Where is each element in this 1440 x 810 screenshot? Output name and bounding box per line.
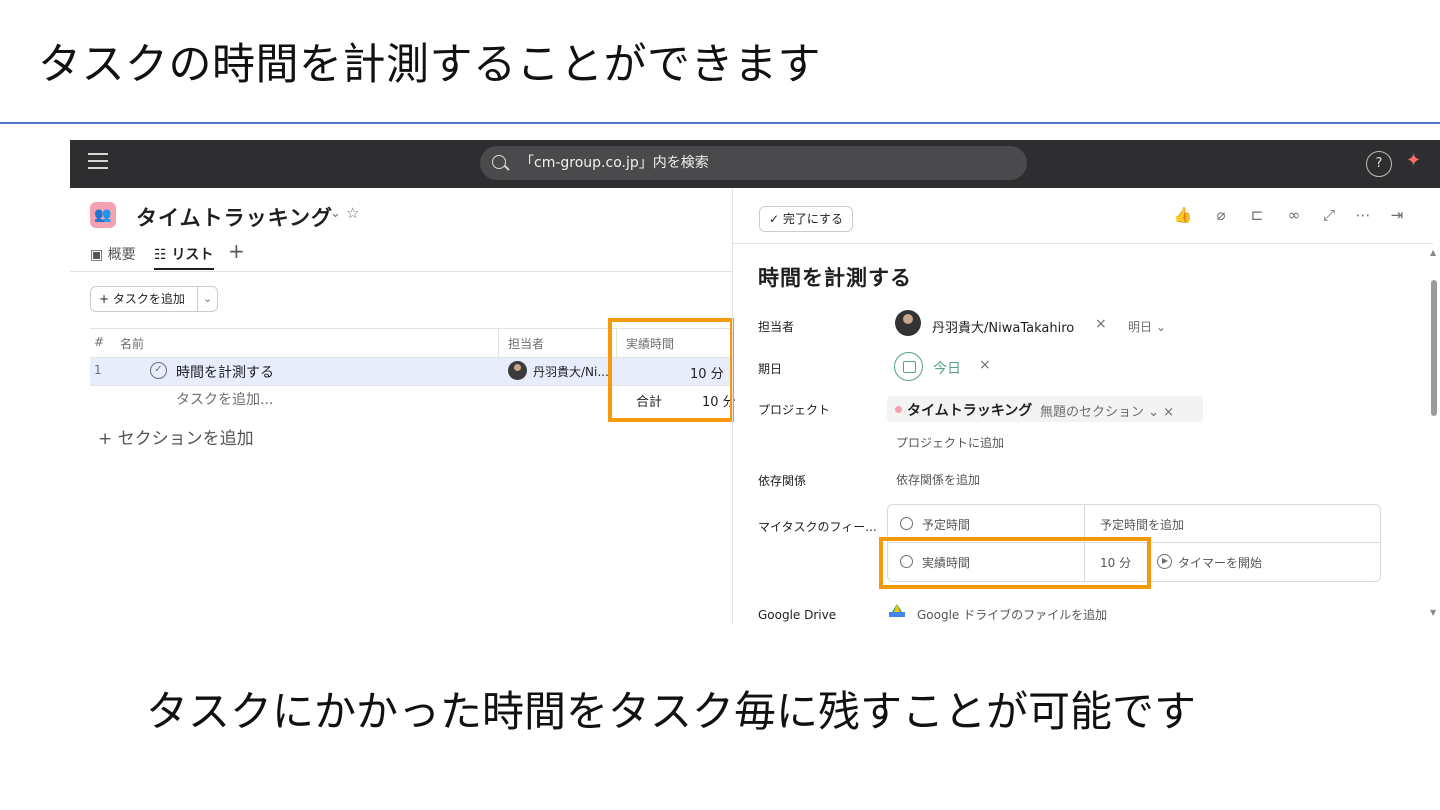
divider [733, 243, 1433, 244]
column-header-num: # [94, 335, 105, 349]
assignee-value[interactable]: 丹羽貴大/NiwaTakahiro [932, 317, 1074, 336]
assignee-due-dropdown[interactable]: 明日 ⌄ [1128, 318, 1166, 335]
overview-icon: ▣ [90, 247, 108, 263]
mytask-fields-label: マイタスクのフィー... [758, 520, 877, 534]
attachment-icon[interactable]: ⌀ [1211, 206, 1231, 224]
add-to-project-link[interactable]: プロジェクトに追加 [896, 434, 1004, 451]
task-name[interactable]: 時間を計測する [176, 362, 274, 382]
task-title[interactable]: 時間を計測する [758, 262, 912, 292]
add-drive-file-link[interactable]: Google ドライブのファイルを追加 [917, 606, 1107, 623]
section-dropdown[interactable]: 無題のセクション ⌄ × [1040, 401, 1174, 420]
divider [70, 271, 732, 272]
search-placeholder: 「cm-group.co.jp」内を検索 [520, 155, 709, 171]
link-icon[interactable]: ∞ [1284, 206, 1304, 224]
add-tab-button[interactable]: + [228, 239, 245, 263]
play-icon[interactable] [1157, 554, 1172, 569]
highlight-box [608, 318, 734, 422]
column-header-name[interactable]: 名前 [120, 335, 144, 352]
project-menu-chevron-icon[interactable]: ⌄ [330, 206, 341, 221]
avatar [508, 361, 527, 380]
list-icon: ☷ [154, 247, 172, 263]
calendar-icon[interactable] [894, 352, 923, 381]
estimated-time-input[interactable]: 予定時間を追加 [1100, 516, 1184, 533]
tab-overview[interactable]: ▣ 概要 [90, 244, 136, 264]
scroll-down-icon[interactable]: ▼ [1430, 608, 1436, 617]
add-section-button[interactable]: + セクションを追加 [98, 424, 254, 449]
complete-button[interactable]: ✓ 完了にする [759, 206, 853, 232]
project-title: タイムトラッキング [136, 206, 333, 230]
chevron-down-icon[interactable]: ⌄ [203, 287, 212, 311]
sparkle-icon[interactable]: ✦ [1406, 150, 1421, 171]
assignee-label: 担当者 [758, 320, 795, 334]
tab-overview-label: 概要 [107, 247, 136, 263]
subtask-icon[interactable]: ⊏ [1247, 206, 1267, 224]
estimated-time-label: 予定時間 [922, 518, 971, 532]
more-icon[interactable]: ⋯ [1353, 206, 1373, 224]
top-bar: 「cm-group.co.jp」内を検索 ? ✦ [70, 140, 1440, 188]
asana-app: 「cm-group.co.jp」内を検索 ? ✦ 👥 タイムトラッキング ⌄ ☆… [70, 140, 1440, 623]
button-separator [197, 287, 198, 311]
slide-title: タスクの時間を計測することができます [38, 40, 821, 90]
add-task-button[interactable]: + タスクを追加 ⌄ [90, 286, 218, 312]
search-input[interactable]: 「cm-group.co.jp」内を検索 [480, 146, 1027, 180]
add-task-label: + タスクを追加 [99, 292, 185, 306]
dependency-label: 依存関係 [758, 474, 807, 488]
favorite-star-icon[interactable]: ☆ [346, 204, 359, 222]
project-label: プロジェクト [758, 403, 831, 417]
scroll-up-icon[interactable]: ▲ [1430, 248, 1436, 257]
complete-check-icon[interactable]: ✓ [150, 362, 167, 379]
highlight-box [879, 537, 1151, 589]
google-drive-icon [889, 604, 905, 617]
start-timer-button[interactable]: タイマーを開始 [1178, 554, 1262, 571]
task-detail-pane: ✓ 完了にする 👍 ⌀ ⊏ ∞ ⤢ ⋯ ⇥ 時間を計測する 担当者 丹羽貴大/N… [732, 188, 1440, 623]
hamburger-menu-icon[interactable] [88, 153, 108, 173]
search-icon [492, 155, 506, 169]
assignee-name[interactable]: 丹羽貴大/Ni... [533, 363, 609, 380]
tab-list[interactable]: ☷ リスト [154, 244, 213, 264]
like-icon[interactable]: 👍 [1173, 206, 1193, 224]
slide-divider [0, 122, 1440, 124]
project-chip[interactable]: タイムトラッキング 無題のセクション ⌄ × [887, 396, 1203, 422]
due-date-label: 期日 [758, 362, 783, 376]
clock-icon [900, 517, 913, 530]
google-drive-label: Google Drive [758, 608, 837, 622]
active-tab-indicator [154, 268, 214, 270]
project-icon: 👥 [90, 202, 116, 228]
row-number: 1 [94, 363, 102, 377]
add-task-inline[interactable]: タスクを追加... [176, 389, 273, 409]
remove-assignee-icon[interactable]: × [1095, 316, 1107, 332]
remove-due-date-icon[interactable]: × [979, 357, 991, 373]
help-button[interactable]: ? [1366, 151, 1392, 177]
slide-caption: タスクにかかった時間をタスク毎に残すことが可能です [146, 687, 1197, 736]
due-date-value[interactable]: 今日 [933, 358, 961, 378]
avatar [895, 310, 921, 336]
project-color-dot [895, 406, 902, 413]
expand-icon[interactable]: ⤢ [1319, 206, 1339, 224]
scrollbar[interactable] [1431, 280, 1437, 416]
tab-list-label: リスト [171, 247, 214, 263]
add-dependency-link[interactable]: 依存関係を追加 [896, 471, 980, 488]
list-pane: 👥 タイムトラッキング ⌄ ☆ ▣ 概要 ☷ リスト + + タスクを追加 ⌄ … [70, 188, 736, 623]
close-pane-icon[interactable]: ⇥ [1387, 206, 1407, 224]
column-header-assignee[interactable]: 担当者 [508, 335, 544, 352]
project-chip-name: タイムトラッキング [907, 403, 1033, 419]
